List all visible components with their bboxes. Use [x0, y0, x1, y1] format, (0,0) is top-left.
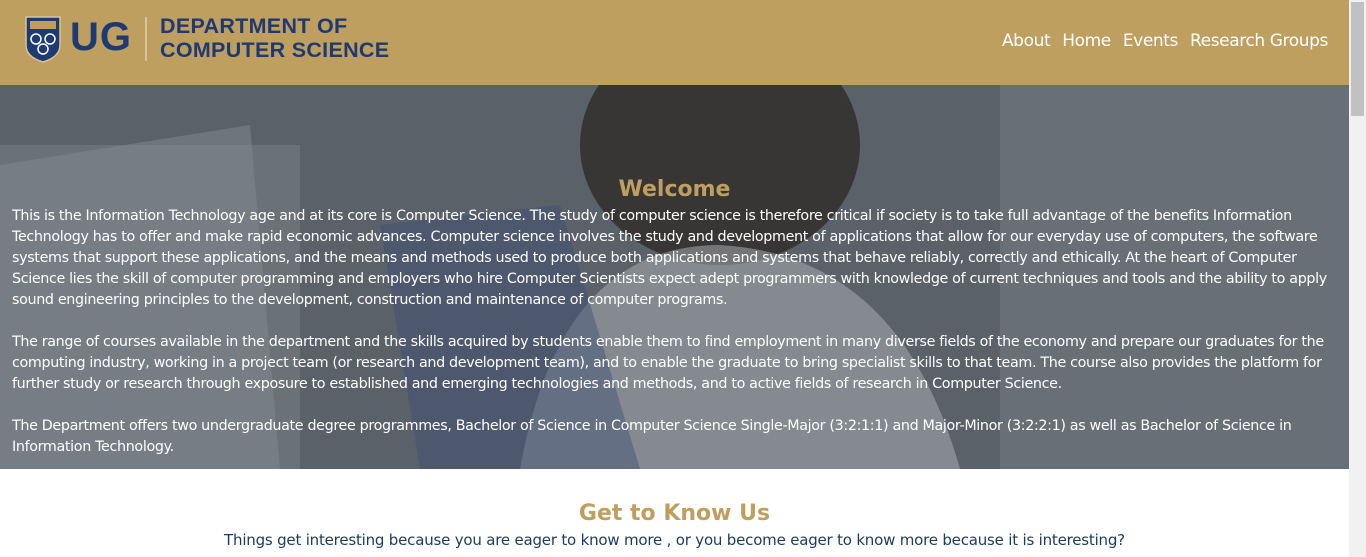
nav-research-groups[interactable]: Research Groups: [1190, 31, 1328, 51]
nav-about[interactable]: About: [1002, 31, 1051, 51]
site-logo[interactable]: UG DEPARTMENT OF COMPUTER SCIENCE: [24, 14, 394, 65]
scrollbar-thumb[interactable]: [1351, 2, 1364, 116]
main-nav: About Home Events Research Groups: [1002, 31, 1328, 51]
logo-divider: [145, 17, 147, 61]
welcome-text: This is the Information Technology age a…: [12, 206, 1337, 469]
page-scrollbar[interactable]: [1349, 0, 1366, 557]
welcome-paragraph-1: This is the Information Technology age a…: [12, 208, 1327, 308]
nav-home[interactable]: Home: [1062, 31, 1111, 51]
hero-banner: Welcome This is the Information Technolo…: [0, 85, 1349, 469]
logo-ug: UG: [70, 15, 132, 59]
welcome-paragraph-3: The Department offers two undergraduate …: [12, 418, 1292, 455]
get-to-know-us-tagline: Things get interesting because you are e…: [224, 531, 1125, 549]
welcome-heading: Welcome: [618, 177, 731, 202]
site-header: UG DEPARTMENT OF COMPUTER SCIENCE About …: [0, 0, 1349, 85]
nav-events[interactable]: Events: [1123, 31, 1179, 51]
welcome-paragraph-2: The range of courses available in the de…: [12, 334, 1324, 392]
logo-line-2: COMPUTER SCIENCE: [160, 38, 390, 62]
get-to-know-us-heading: Get to Know Us: [578, 501, 771, 526]
ug-crest-icon: [25, 16, 61, 63]
logo-line-1: DEPARTMENT OF: [160, 14, 348, 38]
